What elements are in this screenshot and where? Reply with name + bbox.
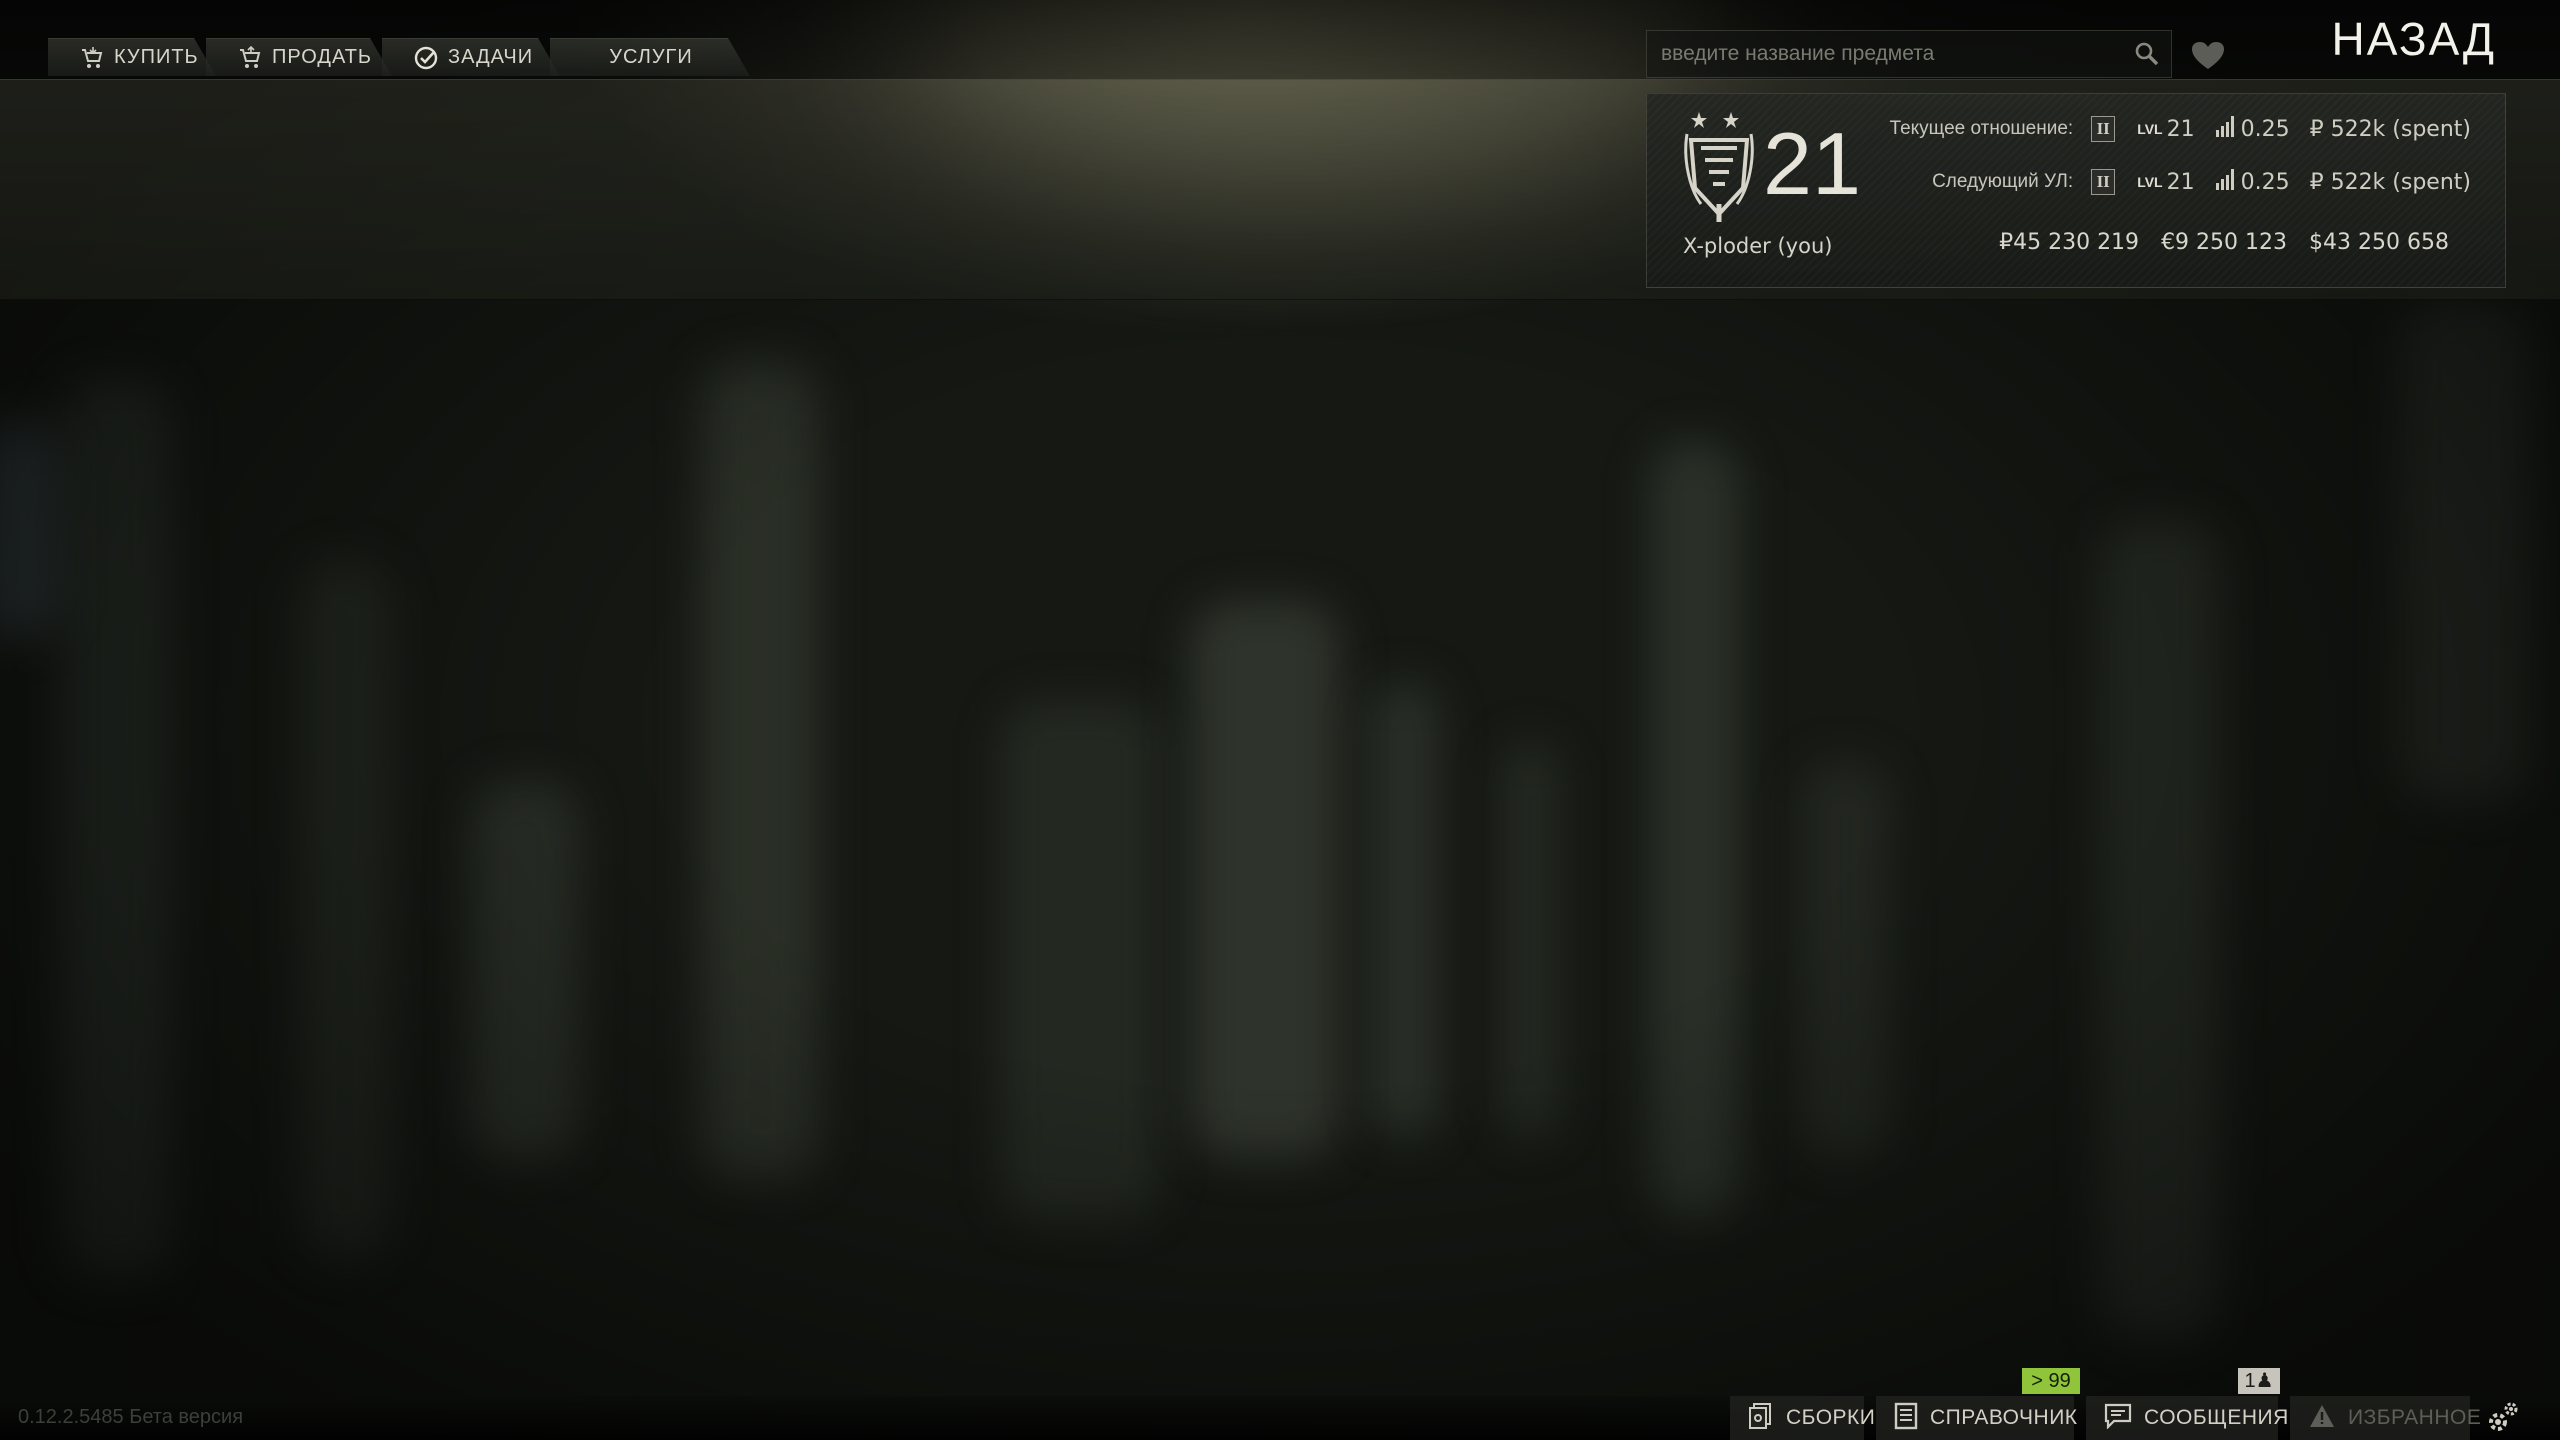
friends-count: 1 bbox=[2244, 1370, 2256, 1392]
tab-services-label: УСЛУГИ bbox=[609, 46, 693, 68]
reputation-value: 0.25 bbox=[2240, 116, 2290, 142]
reputation-icon bbox=[2215, 114, 2237, 144]
loyalty-level-icon: II bbox=[2091, 169, 2116, 195]
lvl-tag: LVL bbox=[2137, 121, 2163, 137]
warning-icon bbox=[2308, 1403, 2336, 1433]
tab-buy-label: КУПИТЬ bbox=[114, 46, 199, 68]
back-button[interactable]: НАЗАД bbox=[2331, 12, 2496, 66]
messages-count-badge: > 99 bbox=[2022, 1368, 2080, 1394]
next-level-row: Следующий УЛ: II LVL 21 0.25 ₽ 522k (spe… bbox=[1932, 167, 2471, 197]
tab-tasks-label: ЗАДАЧИ bbox=[448, 46, 534, 68]
current-standing-label: Текущее отношение: bbox=[1889, 118, 2074, 139]
tab-tasks[interactable]: ЗАДАЧИ bbox=[382, 38, 560, 76]
friends-count-badge: 1♟ bbox=[2238, 1368, 2280, 1394]
handbook-button[interactable]: СПРАВОЧНИК bbox=[1876, 1396, 2077, 1440]
favorites-label: ИЗБРАННОЕ bbox=[2348, 1406, 2482, 1429]
trader-emblem-icon bbox=[1684, 112, 1754, 222]
dollars-amount: $43 250 658 bbox=[2309, 230, 2449, 255]
cart-icon bbox=[80, 46, 104, 70]
trader-name: X-ploder (you) bbox=[1683, 234, 1833, 258]
trader-tabs: КУПИТЬ ПРОДАТЬ ЗАДАЧИ УСЛУГИ bbox=[48, 38, 740, 76]
trader-info-panel: 21 X-ploder (you) Текущее отношение: II … bbox=[1646, 93, 2506, 288]
item-search-input[interactable] bbox=[1647, 31, 2123, 77]
roubles-amount: ₽45 230 219 bbox=[1999, 230, 2140, 255]
cart-sell-icon bbox=[238, 46, 262, 70]
messages-button[interactable]: СООБЩЕНИЯ bbox=[2086, 1396, 2288, 1440]
handbook-label: СПРАВОЧНИК bbox=[1930, 1406, 2078, 1429]
tab-sell-label: ПРОДАТЬ bbox=[272, 46, 373, 68]
item-search-box bbox=[1646, 30, 2172, 78]
euros-amount: €9 250 123 bbox=[2161, 230, 2288, 255]
builds-button[interactable]: СБОРКИ bbox=[1730, 1396, 1875, 1440]
messages-icon bbox=[2104, 1403, 2132, 1433]
money-spent: ₽ 522k (spent) bbox=[2309, 169, 2471, 195]
tab-buy[interactable]: КУПИТЬ bbox=[48, 38, 216, 76]
money-spent: ₽ 522k (spent) bbox=[2309, 116, 2471, 142]
person-icon: ♟ bbox=[2255, 1370, 2274, 1392]
messages-label: СООБЩЕНИЯ bbox=[2144, 1406, 2289, 1429]
check-circle-icon bbox=[414, 46, 438, 70]
tab-sell[interactable]: ПРОДАТЬ bbox=[206, 38, 392, 76]
search-icon[interactable] bbox=[2123, 31, 2171, 77]
lvl-tag: LVL bbox=[2137, 174, 2163, 190]
heart-icon[interactable] bbox=[2188, 38, 2228, 74]
loyalty-level-icon: II bbox=[2091, 116, 2116, 142]
trader-money: ₽45 230 219 €9 250 123 $43 250 658 bbox=[1999, 230, 2449, 255]
favorites-button[interactable]: ИЗБРАННОЕ bbox=[2290, 1396, 2481, 1440]
current-standing-row: Текущее отношение: II LVL 21 0.25 ₽ 522k… bbox=[1890, 114, 2471, 144]
trader-level: 21 bbox=[1763, 114, 1861, 213]
builds-label: СБОРКИ bbox=[1786, 1406, 1876, 1429]
reputation-value: 0.25 bbox=[2240, 169, 2290, 195]
required-level: 21 bbox=[2166, 169, 2195, 195]
handbook-icon bbox=[1894, 1402, 1918, 1434]
tab-services[interactable]: УСЛУГИ bbox=[550, 38, 750, 76]
next-level-label: Следующий УЛ: bbox=[1932, 171, 2074, 192]
required-level: 21 bbox=[2166, 116, 2195, 142]
game-version: 0.12.2.5485 Бета версия bbox=[18, 1406, 244, 1428]
reputation-icon bbox=[2215, 167, 2237, 197]
builds-icon bbox=[1748, 1402, 1774, 1434]
gear-icon[interactable] bbox=[2480, 1396, 2524, 1440]
